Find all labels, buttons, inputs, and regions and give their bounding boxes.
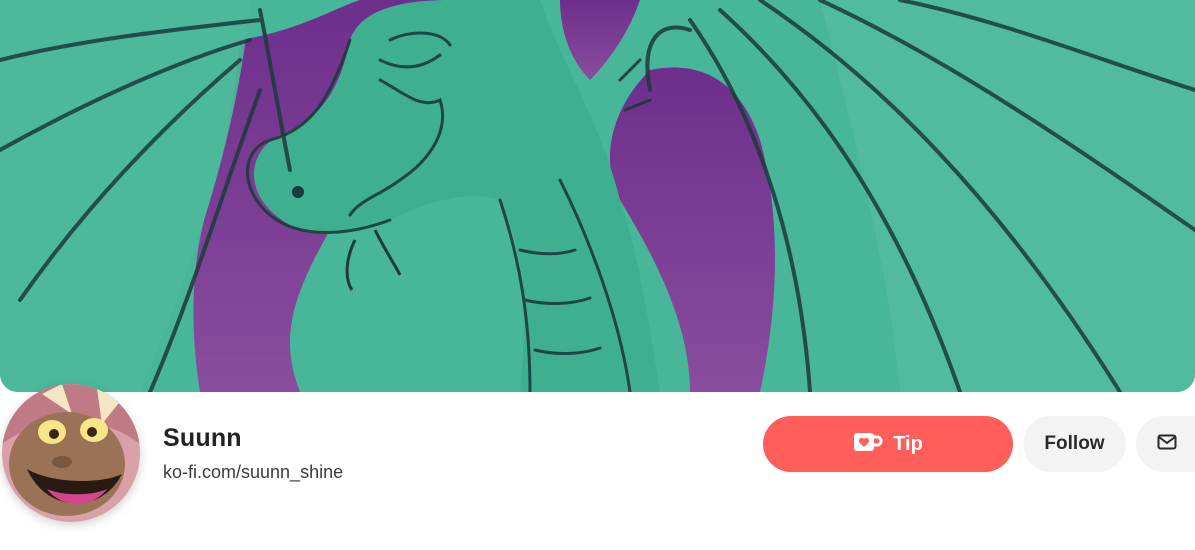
dragon-banner-image (0, 0, 1195, 392)
follow-button[interactable]: Follow (1023, 416, 1126, 472)
creator-page: Suunn ko-fi.com/suunn_shine Tip Follow (0, 0, 1195, 550)
coffee-cup-heart-icon (853, 431, 883, 458)
creator-url[interactable]: ko-fi.com/suunn_shine (163, 462, 343, 483)
creator-avatar[interactable] (2, 384, 140, 522)
envelope-icon (1157, 434, 1177, 455)
tip-button[interactable]: Tip (763, 416, 1013, 472)
message-button[interactable] (1136, 416, 1195, 472)
creator-name: Suunn (163, 424, 242, 452)
avatar-image (2, 384, 140, 522)
tip-label: Tip (893, 432, 923, 455)
cover-banner (0, 0, 1195, 392)
